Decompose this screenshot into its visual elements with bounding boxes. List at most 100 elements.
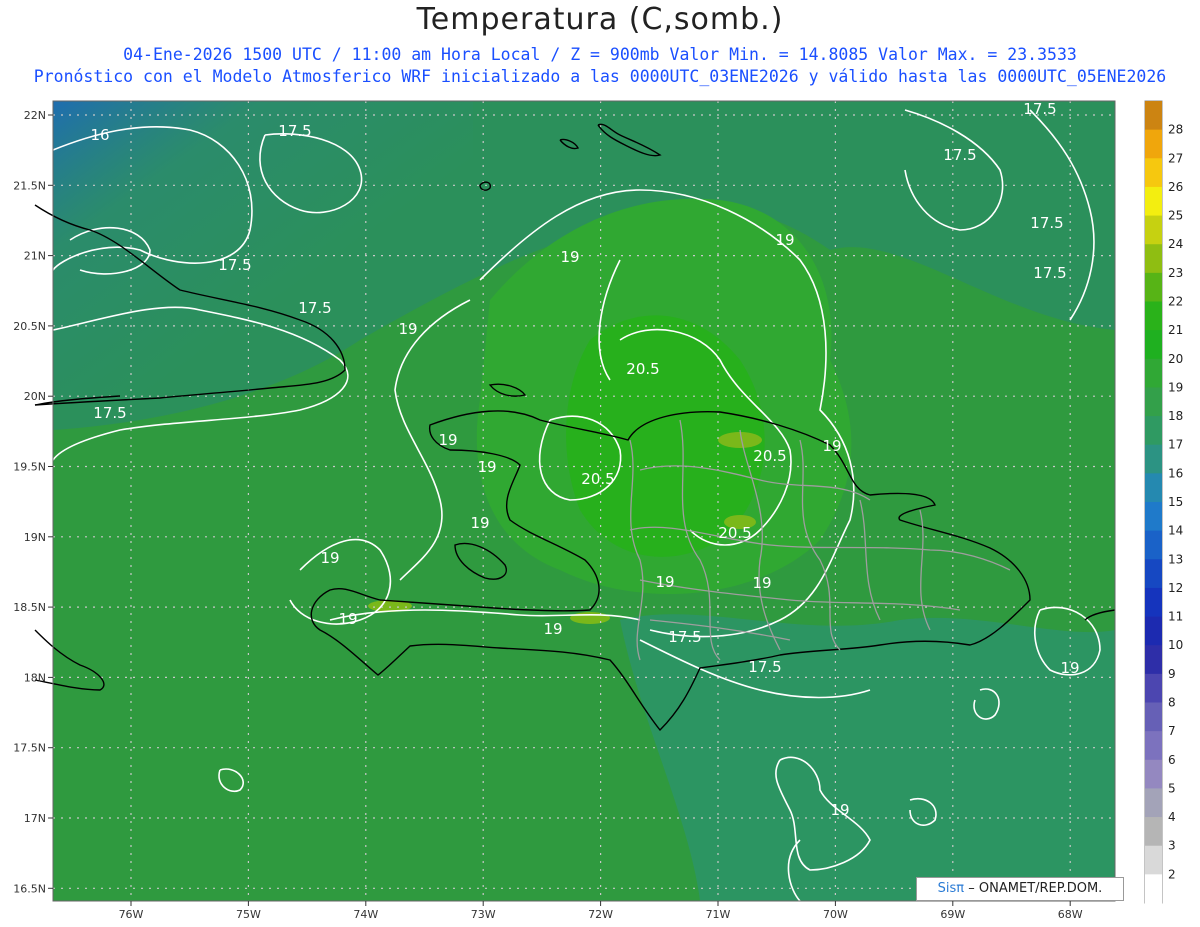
lat-tick-label: 19.5N	[13, 461, 46, 474]
lon-tick-label: 76W	[119, 908, 144, 921]
colorbar-label: 21	[1168, 323, 1183, 337]
colorbar-label: 20	[1168, 352, 1183, 366]
colorbar-swatch	[1145, 731, 1162, 761]
contour-label: 19	[338, 610, 357, 628]
lat-tick-label: 21N	[24, 250, 46, 263]
contour-label: 19	[398, 320, 417, 338]
contour-label: 17.5	[943, 146, 976, 164]
colorbar-label: 18	[1168, 409, 1183, 423]
colorbar-label: 16	[1168, 466, 1183, 480]
colorbar-label: 22	[1168, 295, 1183, 309]
colorbar-swatch	[1145, 874, 1162, 904]
lat-tick-label: 18.5N	[13, 601, 46, 614]
colorbar-swatch	[1145, 645, 1162, 675]
contour-label: 19	[560, 248, 579, 266]
contour-label: 19	[320, 549, 339, 567]
contour-label: 20.5	[718, 524, 751, 542]
credit-text: – ONAMET/REP.DOM.	[968, 881, 1103, 896]
longitude-labels: 76W 75W 74W 73W 72W 71W 70W 69W 68W	[119, 901, 1083, 921]
temperature-map: 16 17.5 17.5 17.5 17.5 17.5 17.5 17.5 17.5 19 19 19…	[13, 100, 1183, 921]
latitude-labels: 22N 21.5N 21N 20.5N 20N 19.5N 19N 18.5N 18N 17.5N…	[13, 109, 53, 895]
contour-label: 20.5	[753, 447, 786, 465]
colorbar-swatch	[1145, 330, 1162, 360]
contour-label: 17.5	[668, 628, 701, 646]
contour-label: 19	[477, 458, 496, 476]
colorbar-swatch	[1145, 673, 1162, 703]
lat-tick-label: 20.5N	[13, 320, 46, 333]
colorbar-label: 15	[1168, 495, 1183, 509]
colorbar-label: 4	[1168, 810, 1176, 824]
lon-tick-label: 73W	[471, 908, 496, 921]
colorbar: 2345678910111213141516171819202122232425…	[1144, 100, 1183, 904]
contour-label: 19	[830, 801, 849, 819]
colorbar-label: 8	[1168, 696, 1176, 710]
colorbar-label: 12	[1168, 581, 1183, 595]
colorbar-label: 17	[1168, 438, 1183, 452]
colorbar-swatch	[1145, 186, 1162, 217]
colorbar-swatch	[1145, 101, 1162, 131]
contour-label: 17.5	[93, 404, 126, 422]
colorbar-swatch	[1145, 215, 1162, 245]
contour-label: 17.5	[1030, 214, 1063, 232]
colorbar-label: 25	[1168, 209, 1183, 223]
colorbar-swatch	[1145, 530, 1162, 560]
colorbar-label: 14	[1168, 524, 1183, 538]
lat-tick-label: 18N	[24, 671, 46, 684]
colorbar-label: 26	[1168, 180, 1183, 194]
colorbar-swatch	[1145, 616, 1162, 646]
contour-label: 17.5	[1023, 100, 1056, 118]
colorbar-swatch	[1145, 416, 1162, 446]
colorbar-label: 11	[1168, 610, 1183, 624]
colorbar-label: 13	[1168, 552, 1183, 566]
colorbar-swatch	[1145, 559, 1162, 589]
colorbar-label: 10	[1168, 638, 1183, 652]
contour-label: 17.5	[218, 256, 251, 274]
colorbar-swatch	[1145, 301, 1162, 331]
colorbar-label: 27	[1168, 151, 1183, 165]
colorbar-label: 24	[1168, 237, 1183, 251]
colorbar-swatch	[1145, 244, 1162, 274]
contour-label: 17.5	[278, 122, 311, 140]
colorbar-swatch	[1145, 788, 1162, 818]
contour-label: 17.5	[298, 299, 331, 317]
colorbar-label: 9	[1168, 667, 1176, 681]
contour-label: 19	[752, 574, 771, 592]
lon-tick-label: 72W	[588, 908, 613, 921]
credit-brand: Sisπ	[937, 881, 965, 896]
contour-label: 17.5	[1033, 264, 1066, 282]
colorbar-swatch	[1145, 759, 1162, 789]
colorbar-swatch	[1145, 587, 1162, 618]
colorbar-label: 2	[1168, 867, 1176, 881]
colorbar-swatch	[1145, 358, 1162, 388]
lat-tick-label: 20N	[24, 390, 46, 403]
contour-label: 17.5	[748, 658, 781, 676]
lon-tick-label: 74W	[353, 908, 378, 921]
contour-label: 19	[1060, 659, 1079, 677]
colorbar-label: 28	[1168, 123, 1183, 137]
colorbar-label: 7	[1168, 724, 1176, 738]
temperature-field	[53, 101, 1115, 901]
contour-label: 19	[822, 437, 841, 455]
colorbar-swatch	[1145, 158, 1162, 188]
colorbar-swatch	[1145, 444, 1162, 474]
contour-label: 16	[90, 126, 109, 144]
credit-box: Sisπ – ONAMET/REP.DOM.	[916, 877, 1124, 901]
lon-tick-label: 69W	[940, 908, 965, 921]
colorbar-swatch	[1145, 129, 1162, 159]
colorbar-swatch	[1145, 817, 1162, 847]
colorbar-swatch	[1145, 473, 1162, 503]
colorbar-swatch	[1145, 845, 1162, 875]
lat-tick-label: 17N	[24, 812, 46, 825]
lon-tick-label: 68W	[1058, 908, 1083, 921]
colorbar-swatch	[1145, 387, 1162, 417]
colorbar-label: 6	[1168, 753, 1176, 767]
lon-tick-label: 75W	[236, 908, 261, 921]
lon-tick-label: 70W	[823, 908, 848, 921]
lon-tick-label: 71W	[706, 908, 731, 921]
contour-label: 20.5	[581, 470, 614, 488]
lat-tick-label: 17.5N	[13, 742, 46, 755]
contour-label: 19	[543, 620, 562, 638]
colorbar-swatch	[1145, 502, 1162, 532]
lat-tick-label: 16.5N	[13, 882, 46, 895]
colorbar-swatch	[1145, 702, 1162, 732]
